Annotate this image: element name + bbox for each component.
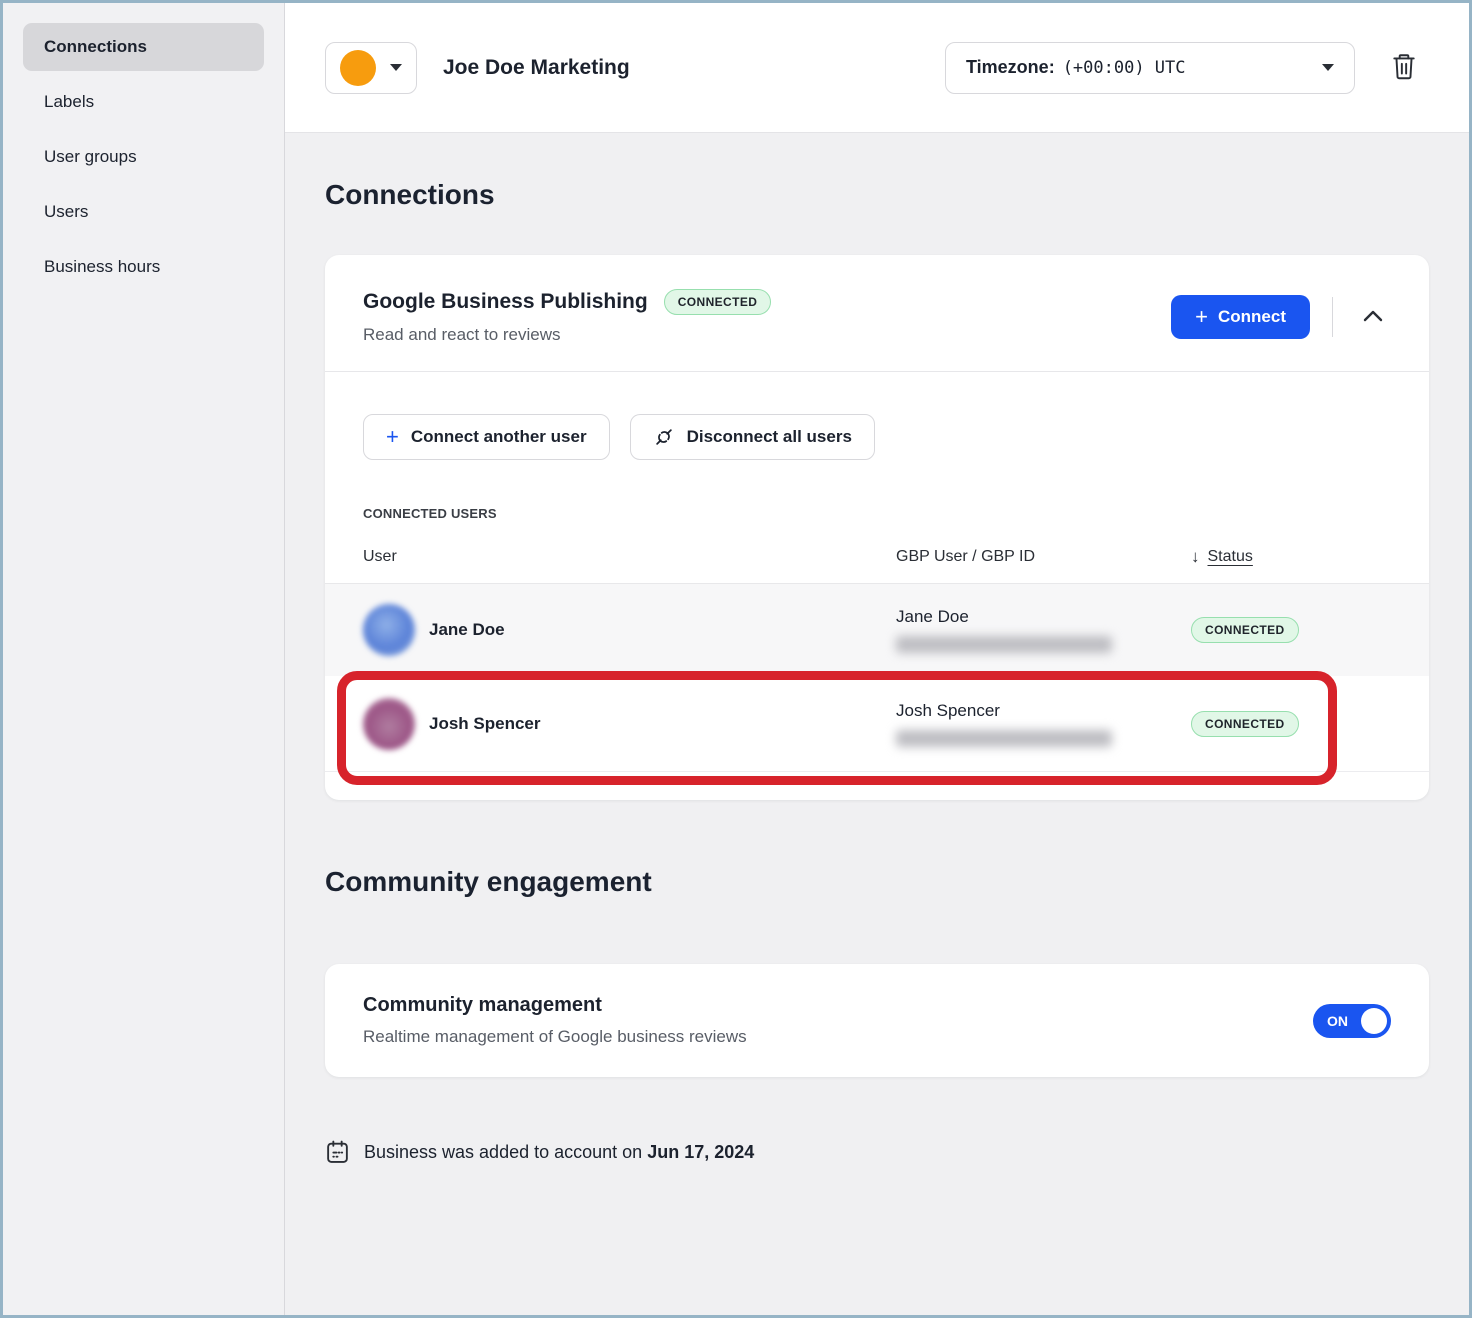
note-text: Business was added to account on: [364, 1142, 642, 1162]
sort-descending-icon: ↓: [1191, 547, 1200, 567]
disconnect-all-users-button[interactable]: Disconnect all users: [630, 414, 875, 460]
status-badge: CONNECTED: [1191, 711, 1299, 737]
business-switcher[interactable]: [325, 42, 417, 94]
collapse-card-button[interactable]: [1355, 302, 1391, 333]
connect-button[interactable]: + Connect: [1171, 295, 1310, 339]
note-date-value: Jun 17, 2024: [647, 1142, 754, 1162]
status-sort-control[interactable]: ↓ Status: [1191, 547, 1391, 567]
redacted-gbp-id: [896, 730, 1112, 747]
users-table-header: User GBP User / GBP ID ↓ Status: [363, 547, 1391, 567]
gbp-card-heading: Google Business Publishing CONNECTED Rea…: [363, 289, 771, 345]
business-added-note: Business was added to account on Jun 17,…: [325, 1139, 1429, 1165]
gbp-status-badge: CONNECTED: [664, 289, 772, 315]
settings-sidebar: Connections Labels User groups Users Bus…: [3, 3, 285, 1315]
main-column: Joe Doe Marketing Timezone: (+00:00) UTC: [285, 3, 1469, 1315]
connect-another-user-button[interactable]: + Connect another user: [363, 414, 610, 460]
gbp-card-title: Google Business Publishing: [363, 290, 648, 314]
gbp-connection-card: Google Business Publishing CONNECTED Rea…: [325, 255, 1429, 800]
column-header-status: Status: [1208, 548, 1253, 566]
trash-icon: [1391, 52, 1417, 83]
table-row-josh-spencer[interactable]: Josh Spencer Josh Spencer CONNECTED: [325, 676, 1429, 772]
user-name: Josh Spencer: [429, 714, 541, 734]
sidebar-item-user-groups[interactable]: User groups: [23, 133, 264, 181]
table-row-jane-doe[interactable]: Jane Doe Jane Doe CONNECTED: [325, 584, 1429, 676]
sidebar-item-labels[interactable]: Labels: [23, 78, 264, 126]
avatar: [363, 698, 415, 750]
toggle-knob: [1361, 1008, 1387, 1034]
timezone-label: Timezone:: [966, 57, 1055, 78]
community-engagement-title: Community engagement: [325, 866, 1429, 898]
timezone-value: (+00:00) UTC: [1063, 58, 1186, 78]
gbp-user-name: Jane Doe: [896, 607, 1191, 627]
gbp-card-subtitle: Read and react to reviews: [363, 325, 771, 345]
timezone-select[interactable]: Timezone: (+00:00) UTC: [945, 42, 1355, 94]
status-badge: CONNECTED: [1191, 617, 1299, 643]
business-header: Joe Doe Marketing Timezone: (+00:00) UTC: [285, 3, 1469, 133]
sidebar-item-connections[interactable]: Connections: [23, 23, 264, 71]
business-name: Joe Doe Marketing: [443, 56, 630, 80]
app-window: Connections Labels User groups Users Bus…: [0, 0, 1472, 1318]
column-header-user: User: [363, 548, 896, 566]
redacted-gbp-id: [896, 636, 1112, 653]
user-name: Jane Doe: [429, 620, 505, 640]
avatar: [363, 604, 415, 656]
plus-icon: +: [1195, 306, 1208, 328]
community-management-card: Community management Realtime management…: [325, 964, 1429, 1077]
chevron-down-icon: [1322, 64, 1334, 71]
plus-icon: +: [386, 426, 399, 448]
gbp-user-name: Josh Spencer: [896, 701, 1191, 721]
users-table-body: Jane Doe Jane Doe CONNECTED: [325, 583, 1429, 772]
community-card-title: Community management: [363, 994, 747, 1017]
community-management-toggle[interactable]: ON: [1313, 1004, 1391, 1038]
chevron-up-icon: [1361, 308, 1385, 327]
connected-users-label: CONNECTED USERS: [363, 506, 1391, 521]
column-header-gbp: GBP User / GBP ID: [896, 548, 1191, 566]
delete-business-button[interactable]: [1391, 52, 1417, 83]
community-card-heading: Community management Realtime management…: [363, 994, 747, 1047]
sidebar-item-business-hours[interactable]: Business hours: [23, 243, 264, 291]
toggle-on-label: ON: [1327, 1013, 1348, 1029]
community-card-subtitle: Realtime management of Google business r…: [363, 1027, 747, 1047]
settings-content: Connections Google Business Publishing C…: [285, 133, 1469, 1315]
chevron-down-icon: [390, 64, 402, 71]
calendar-icon: [325, 1139, 350, 1165]
divider: [1332, 297, 1333, 337]
business-avatar: [340, 50, 376, 86]
page-title: Connections: [325, 179, 1429, 211]
sidebar-item-users[interactable]: Users: [23, 188, 264, 236]
unlink-icon: [653, 426, 675, 448]
